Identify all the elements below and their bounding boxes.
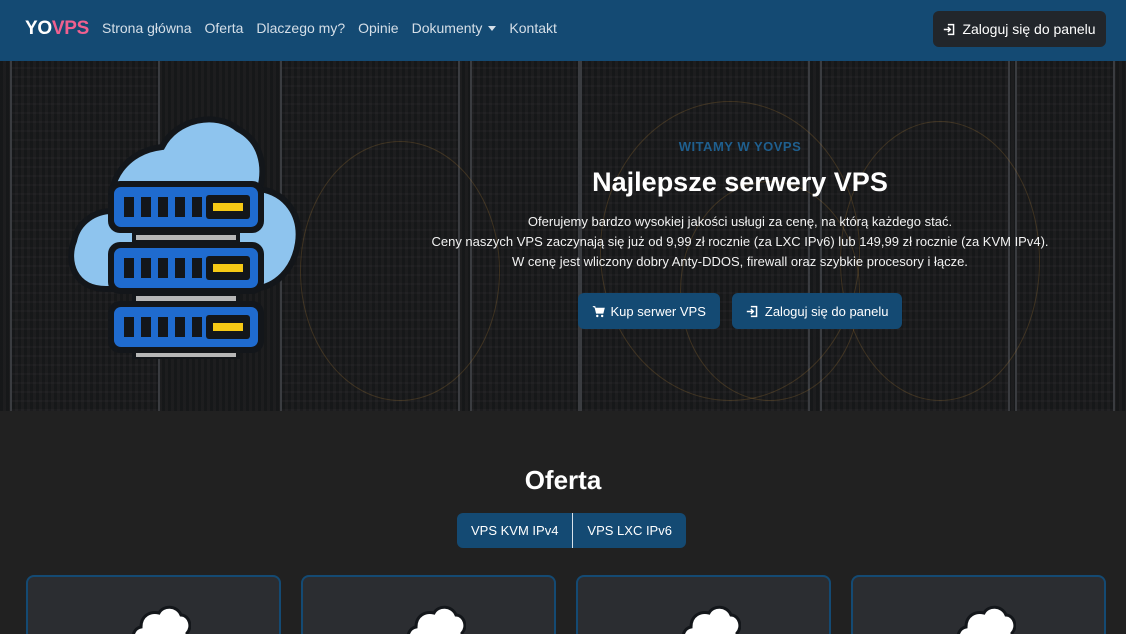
hero-login-label: Zaloguj się do panelu	[764, 303, 889, 319]
navbar-login-label: Zaloguj się do panelu	[962, 21, 1096, 37]
brand-part-1: YO	[25, 18, 52, 39]
tab-vps-kvm-ipv4[interactable]: VPS KVM IPv4	[457, 513, 573, 548]
hero-title: Najlepsze serwery VPS	[592, 167, 888, 197]
navbar: YOVPS Strona główna Oferta Dlaczego my? …	[0, 0, 1126, 61]
offer-tabs: VPS KVM IPv4 VPS LXC IPv6	[457, 513, 686, 548]
nav-links: Strona główna Oferta Dlaczego my? Opinie…	[102, 20, 570, 36]
hero-description-line: W cenę jest wliczony dobry Anty-DDOS, fi…	[512, 254, 968, 269]
hero-content: WITAMY W YOVPS Najlepsze serwery VPS Ofe…	[400, 139, 1080, 329]
brand-part-2: VPS	[51, 18, 89, 39]
cart-icon	[592, 305, 605, 317]
brand-logo[interactable]: YOVPS	[25, 18, 89, 40]
nav-item-offer[interactable]: Oferta	[205, 20, 244, 36]
buy-vps-label: Kup serwer VPS	[610, 303, 706, 319]
tab-vps-lxc-ipv6[interactable]: VPS LXC IPv6	[572, 513, 686, 548]
buy-vps-button[interactable]: Kup serwer VPS	[577, 293, 720, 329]
nav-item-documents[interactable]: Dokumenty	[412, 20, 497, 36]
hero-description-line: Oferujemy bardzo wysokiej jakości usługi…	[527, 214, 953, 229]
hero-login-button[interactable]: Zaloguj się do panelu	[731, 293, 903, 329]
offer-card	[301, 575, 556, 634]
hero-buttons: Kup serwer VPS Zaloguj się do panelu	[400, 293, 1080, 329]
cloud-kvm-icon	[682, 605, 741, 634]
hero-eyebrow: WITAMY W YOVPS	[678, 139, 802, 154]
offer-title: Oferta	[524, 465, 602, 495]
nav-item-why-us[interactable]: Dlaczego my?	[256, 20, 345, 36]
login-icon	[944, 23, 955, 35]
nav-item-contact[interactable]: Kontakt	[509, 20, 556, 36]
hero-description-line: Ceny naszych VPS zaczynają się już od 9,…	[431, 234, 1049, 249]
offer-card	[851, 575, 1106, 634]
nav-item-documents-label: Dokumenty	[411, 20, 483, 36]
offer-card	[576, 575, 831, 634]
hero-section: WITAMY W YOVPS Najlepsze serwery VPS Ofe…	[0, 61, 1126, 411]
cloud-kvm-icon	[407, 605, 466, 634]
chevron-down-icon	[488, 26, 497, 31]
cloud-kvm-icon	[132, 605, 191, 634]
nav-item-reviews[interactable]: Opinie	[358, 20, 398, 36]
navbar-login-button[interactable]: Zaloguj się do panelu	[933, 11, 1106, 47]
cloud-kvm-icon	[957, 605, 1016, 634]
login-icon	[746, 305, 758, 317]
nav-item-home[interactable]: Strona główna	[102, 20, 192, 36]
hero-description: Oferujemy bardzo wysokiej jakości usługi…	[400, 212, 1080, 272]
cloud-server-icon	[68, 116, 302, 359]
offer-card	[26, 575, 281, 634]
